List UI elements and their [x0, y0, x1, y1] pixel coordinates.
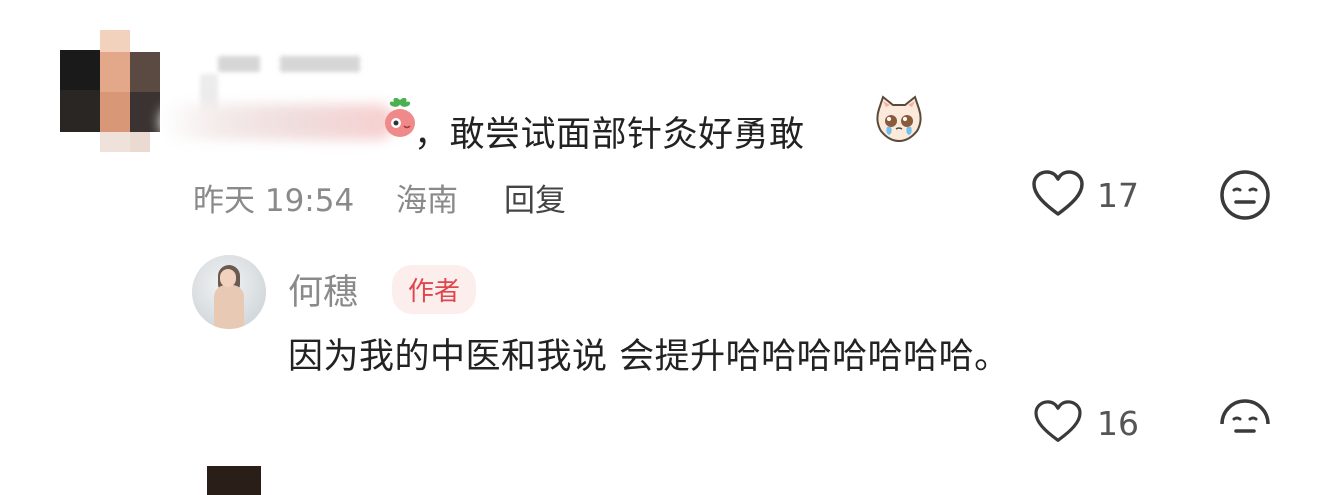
comment-text: ，敢尝试面部针灸好勇敢	[414, 115, 805, 155]
like-count: 17	[1097, 176, 1139, 215]
heart-outline-icon[interactable]	[1031, 400, 1085, 444]
reply-button[interactable]: 回复	[504, 175, 566, 220]
author-badge: 作者	[392, 265, 477, 314]
comment-time: 昨天 19:54	[193, 183, 355, 219]
neutral-face-icon[interactable]	[1219, 169, 1271, 221]
neutral-face-icon[interactable]	[1219, 398, 1271, 440]
mention-blur	[160, 104, 395, 140]
commenter-avatar[interactable]	[60, 30, 160, 152]
username-blur	[280, 56, 360, 72]
heart-outline-icon[interactable]	[1031, 170, 1085, 218]
author-name[interactable]: 何穗	[288, 264, 358, 315]
reply-text: 因为我的中医和我说 会提升哈哈哈哈哈哈哈。	[288, 337, 1010, 377]
author-avatar[interactable]	[192, 255, 266, 329]
crying-cat-emoji-icon	[876, 95, 922, 143]
username-blur	[218, 56, 260, 72]
next-comment-avatar[interactable]	[207, 466, 261, 495]
comment-location: 海南	[396, 183, 458, 219]
reply-like-count: 16	[1097, 404, 1139, 443]
